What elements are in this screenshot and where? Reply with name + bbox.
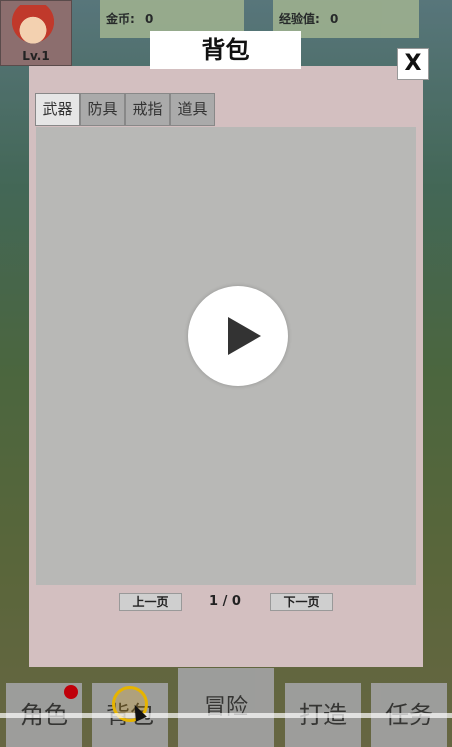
close-button[interactable]: X: [397, 48, 429, 80]
player-level: Lv.1: [22, 49, 50, 63]
inventory-title: 背包: [150, 31, 301, 69]
video-progress-bar[interactable]: [0, 713, 452, 718]
notification-dot: [64, 685, 78, 699]
video-play-button[interactable]: [188, 286, 288, 386]
tab-armor[interactable]: 防具: [80, 93, 125, 126]
tab-items[interactable]: 道具: [170, 93, 215, 126]
tab-weapons[interactable]: 武器: [35, 93, 80, 126]
tab-rings[interactable]: 戒指: [125, 93, 170, 126]
avatar-portrait: [9, 5, 57, 47]
page-indicator: 1 / 0: [209, 594, 241, 609]
next-page-button[interactable]: 下一页: [270, 593, 333, 611]
gold-label: 金币:: [106, 12, 135, 26]
exp-label: 经验值:: [279, 12, 320, 26]
exp-value: 0: [330, 12, 339, 26]
play-icon: [228, 317, 261, 355]
player-avatar[interactable]: Lv.1: [0, 0, 72, 66]
gold-value: 0: [145, 12, 154, 26]
inventory-tabs: 武器 防具 戒指 道具: [35, 93, 215, 126]
nav-adventure-button[interactable]: 冒险: [178, 668, 274, 747]
prev-page-button[interactable]: 上一页: [119, 593, 182, 611]
